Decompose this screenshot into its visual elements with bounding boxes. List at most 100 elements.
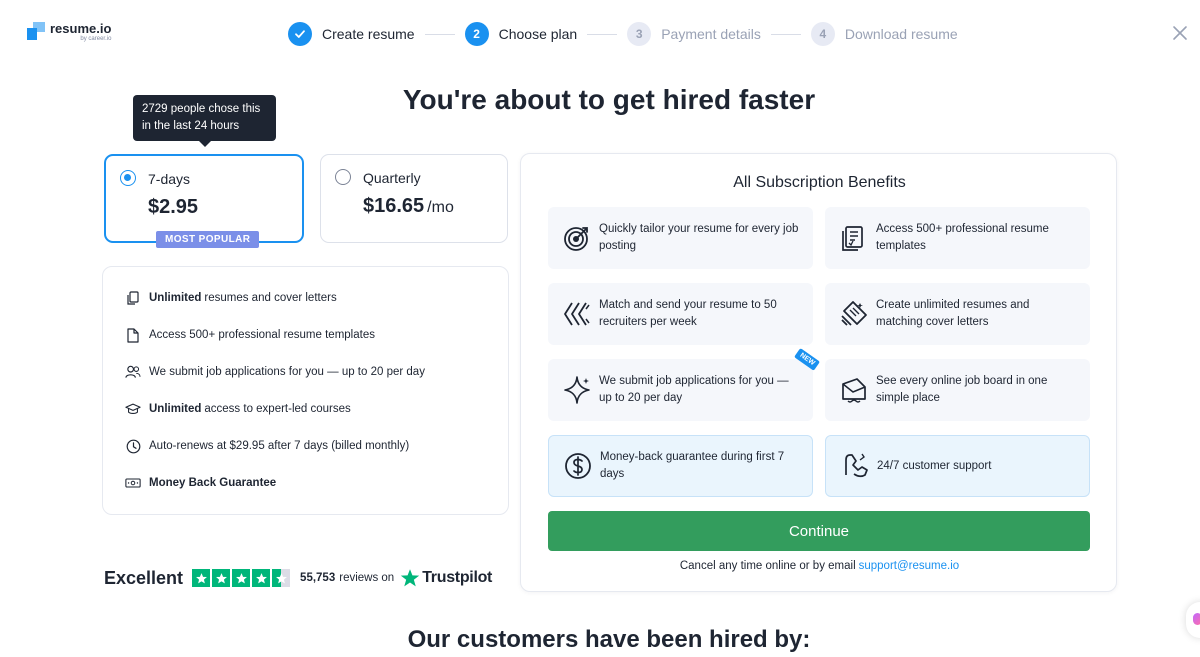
star-icon: [252, 569, 271, 587]
chat-icon: [1193, 613, 1200, 625]
feature-item: Unlimited resumes and cover letters: [125, 290, 337, 306]
step-divider: [424, 33, 455, 35]
step-payment-details: 3 Payment details: [627, 22, 761, 46]
feature-bold: Money Back Guarantee: [149, 477, 277, 489]
step-divider: [587, 33, 618, 35]
plan-card-quarterly[interactable]: Quarterly $16.65/mo: [320, 154, 508, 243]
rating-stars: [192, 569, 291, 587]
support-email-link[interactable]: support@resume.io: [859, 560, 960, 572]
feature-item: We submit job applications for you — up …: [125, 364, 425, 380]
documents-stack-icon: [839, 299, 869, 329]
most-popular-badge: MOST POPULAR: [156, 231, 260, 248]
benefit-item: Match and send your resume to 50 recruit…: [548, 283, 813, 345]
feature-item: Unlimited access to expert-led courses: [125, 401, 351, 417]
star-icon: [212, 569, 231, 587]
benefit-text: Access 500+ professional resume template…: [876, 223, 1049, 252]
users-icon: [125, 364, 141, 380]
step-choose-plan: 2 Choose plan: [464, 22, 578, 46]
step-download-resume: 4 Download resume: [810, 22, 958, 46]
send-arrows-icon: [562, 299, 592, 329]
plan-card-7-days[interactable]: 7-days $2.95 MOST POPULAR: [104, 154, 304, 248]
plan-unit: /mo: [427, 199, 454, 216]
trustpilot-star-icon: [401, 569, 420, 587]
money-icon: [125, 475, 141, 491]
logo-subtitle: by career.io: [80, 36, 112, 42]
benefit-text: Match and send your resume to 50 recruit…: [599, 299, 777, 328]
logo-name: resume.io: [50, 21, 112, 36]
step-number: 2: [464, 22, 489, 46]
benefit-text: Money-back guarantee during first 7 days: [600, 451, 785, 480]
check-icon: [288, 22, 312, 46]
rating-word: Excellent: [104, 567, 184, 588]
benefit-item: Access 500+ professional resume template…: [825, 207, 1090, 269]
new-badge: NEW: [793, 348, 820, 371]
graduation-cap-icon: [125, 401, 141, 417]
benefit-item: Money-back guarantee during first 7 days: [548, 435, 813, 497]
reviews-on-text: reviews on: [339, 572, 395, 584]
feature-text: Auto-renews at $29.95 after 7 days (bill…: [149, 440, 410, 452]
feature-item: Access 500+ professional resume template…: [125, 327, 375, 343]
feature-text: access to expert-led courses: [204, 403, 351, 415]
feature-bold: Unlimited: [149, 292, 202, 304]
close-icon[interactable]: [1172, 25, 1190, 43]
plan-price: $16.65/mo: [363, 195, 454, 217]
benefit-text: We submit job applications for you — up …: [599, 375, 789, 404]
plan-radio[interactable]: [120, 170, 136, 186]
clock-icon: [125, 438, 141, 454]
benefit-item: We submit job applications for you — up …: [548, 348, 820, 421]
step-label: Download resume: [844, 26, 958, 42]
subscription-benefits-panel: All Subscription Benefits Quickly tailor…: [520, 153, 1117, 592]
step-label: Payment details: [661, 26, 761, 42]
benefits-title: All Subscription Benefits: [733, 174, 906, 191]
benefit-item: See every online job board in one simple…: [825, 359, 1090, 421]
plan-name: Quarterly: [363, 170, 421, 186]
half-star-icon: [272, 569, 291, 587]
checkout-stepper: Create resume 2 Choose plan 3 Payment de…: [288, 22, 958, 46]
review-count: 55,753: [300, 572, 336, 584]
templates-icon: [839, 223, 869, 253]
trustpilot-logo[interactable]: Trustpilot: [400, 568, 492, 588]
plan-radio[interactable]: [335, 169, 351, 185]
step-divider: [770, 33, 801, 35]
sparkle-icon: [562, 375, 592, 405]
feature-text: We submit job applications for you — up …: [149, 366, 425, 378]
benefit-text: See every online job board in one simple…: [876, 375, 1048, 404]
feature-item: Auto-renews at $29.95 after 7 days (bill…: [125, 438, 409, 454]
feature-text: Access 500+ professional resume template…: [149, 329, 375, 341]
continue-button[interactable]: Continue: [548, 511, 1090, 551]
copy-icon: [125, 290, 141, 306]
step-number: 4: [810, 22, 835, 46]
step-number: 3: [627, 22, 652, 46]
trustpilot-brand: Trustpilot: [422, 569, 493, 586]
feature-item: Money Back Guarantee: [125, 475, 279, 491]
target-icon: [562, 223, 592, 253]
logo-icon: [27, 22, 45, 40]
star-icon: [232, 569, 251, 587]
step-create-resume[interactable]: Create resume: [288, 22, 415, 46]
benefit-item: Quickly tailor your resume for every job…: [548, 207, 813, 269]
cancel-note: Cancel any time online or by email suppor…: [521, 560, 1118, 572]
cancel-text: Cancel any time online or by email: [679, 560, 856, 572]
benefit-text: Create unlimited resumes and matching co…: [876, 299, 1030, 328]
feature-bold: Unlimited: [149, 403, 202, 415]
trustpilot-rating[interactable]: Excellent 55,753 reviews on Trustpilot: [104, 566, 492, 590]
plan-price: $2.95: [148, 196, 199, 218]
document-icon: [125, 327, 141, 343]
job-board-icon: [839, 375, 869, 405]
benefit-text: 24/7 customer support: [877, 459, 992, 472]
step-label: Choose plan: [498, 26, 578, 42]
plan-features-card: Unlimited resumes and cover letters Acces…: [102, 266, 509, 515]
logo[interactable]: resume.io by career.io: [27, 21, 111, 42]
benefit-item: 24/7 customer support: [825, 435, 1090, 497]
support-icon: [840, 451, 870, 481]
benefit-text: Quickly tailor your resume for every job…: [599, 223, 799, 252]
benefit-item: Create unlimited resumes and matching co…: [825, 283, 1090, 345]
star-icon: [192, 569, 211, 587]
popularity-tooltip: 2729 people chose this in the last 24 ho…: [133, 95, 276, 147]
plan-name: 7-days: [148, 171, 191, 187]
feature-text: resumes and cover letters: [204, 292, 337, 304]
hired-by-heading: Our customers have been hired by:: [407, 626, 811, 653]
chat-widget-button[interactable]: [1186, 602, 1200, 638]
step-label: Create resume: [322, 26, 415, 42]
dollar-icon: [563, 451, 593, 481]
